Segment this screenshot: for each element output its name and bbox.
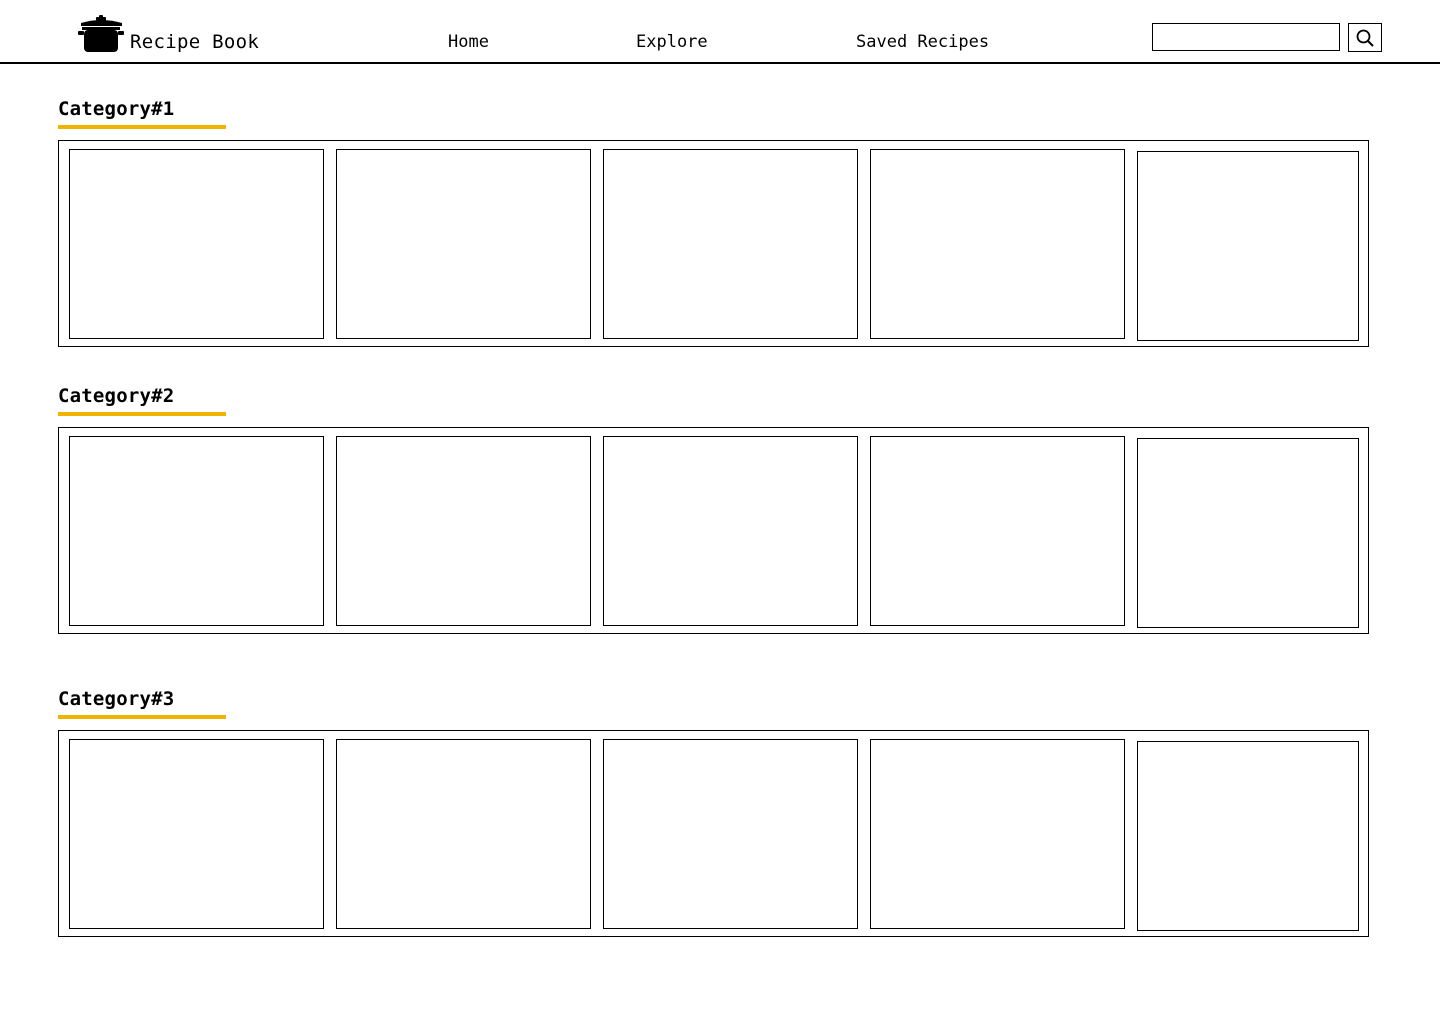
- recipe-card[interactable]: [336, 149, 591, 339]
- nav-link-saved-recipes[interactable]: Saved Recipes: [856, 32, 989, 52]
- search-icon: [1356, 29, 1374, 47]
- recipe-card[interactable]: [69, 149, 324, 339]
- search-input[interactable]: [1152, 23, 1340, 51]
- recipe-card[interactable]: [69, 739, 324, 929]
- category-title-3: Category#3: [58, 688, 175, 710]
- search-button[interactable]: [1348, 23, 1382, 52]
- recipe-card[interactable]: [69, 436, 324, 626]
- recipe-card[interactable]: [603, 436, 858, 626]
- recipe-card[interactable]: [336, 436, 591, 626]
- recipe-card[interactable]: [870, 149, 1125, 339]
- nav-link-explore[interactable]: Explore: [636, 32, 708, 52]
- category-title-1: Category#1: [58, 98, 175, 120]
- recipe-card[interactable]: [1137, 741, 1359, 931]
- recipe-card[interactable]: [1137, 151, 1359, 341]
- brand-title[interactable]: Recipe Book: [130, 31, 259, 53]
- recipe-card[interactable]: [870, 436, 1125, 626]
- category-recipe-strip-3: [58, 730, 1369, 937]
- recipe-card[interactable]: [603, 149, 858, 339]
- category-recipe-strip-1: [58, 140, 1369, 347]
- category-underline-2: [58, 412, 226, 416]
- top-navigation-bar: Recipe Book Home Explore Saved Recipes: [0, 0, 1440, 64]
- recipe-card[interactable]: [1137, 438, 1359, 628]
- category-recipe-strip-2: [58, 427, 1369, 634]
- recipe-card[interactable]: [870, 739, 1125, 929]
- cooking-pot-icon[interactable]: [78, 14, 126, 56]
- category-underline-1: [58, 125, 226, 129]
- recipe-card[interactable]: [603, 739, 858, 929]
- category-title-2: Category#2: [58, 385, 175, 407]
- nav-link-home[interactable]: Home: [448, 32, 489, 52]
- recipe-card[interactable]: [336, 739, 591, 929]
- category-underline-3: [58, 715, 226, 719]
